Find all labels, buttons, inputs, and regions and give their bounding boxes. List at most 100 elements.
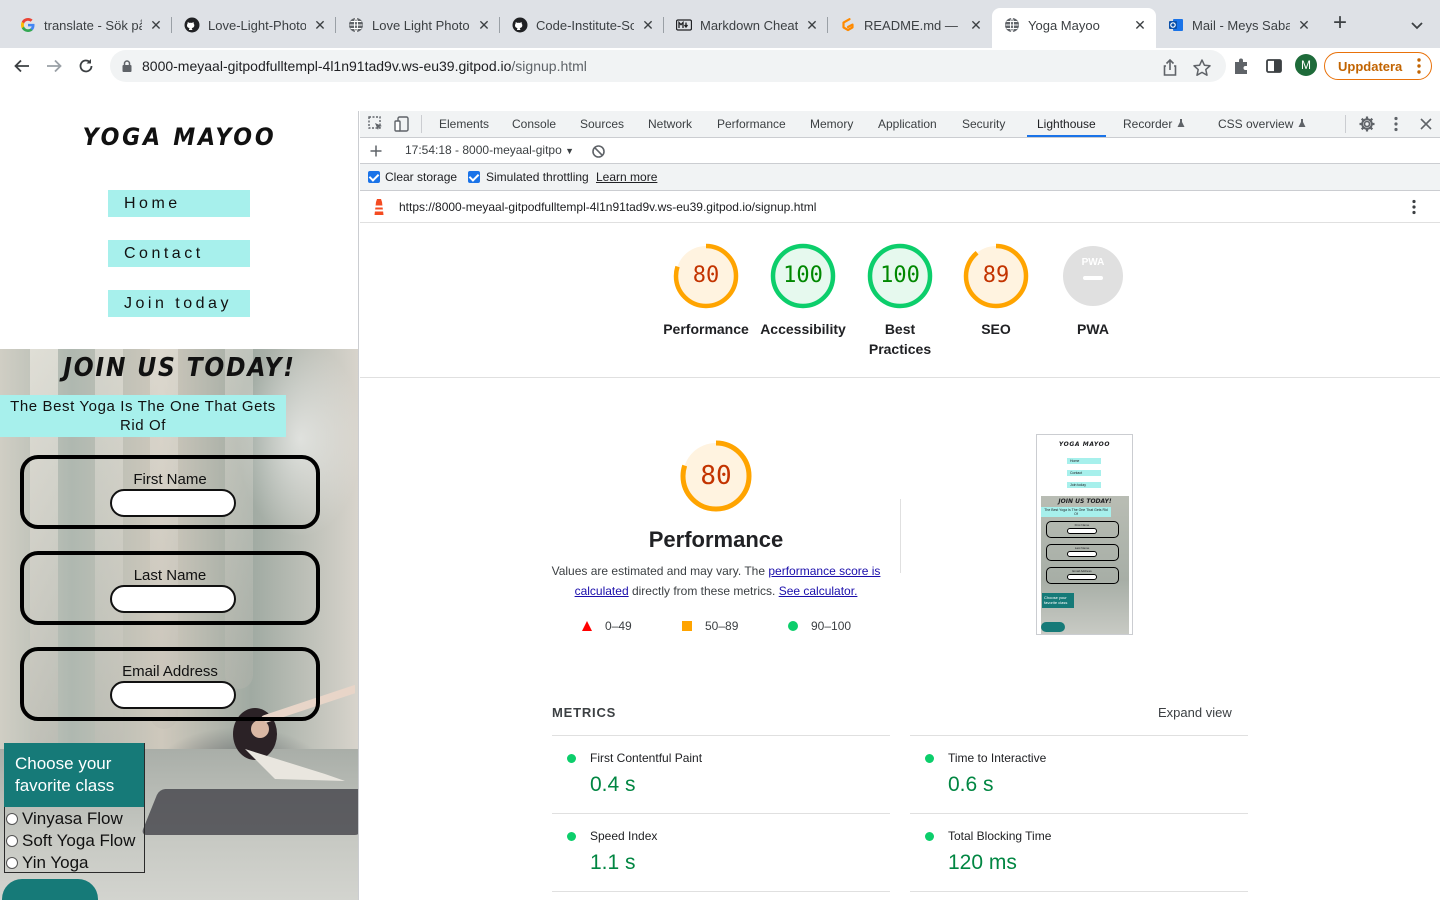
extensions-icon[interactable] xyxy=(1232,56,1252,76)
thumb-field: Last Name xyxy=(1046,544,1119,561)
report-select[interactable]: 17:54:18 - 8000-meyaal-gitpo ▼ xyxy=(405,143,574,157)
expand-view-toggle[interactable]: Expand view xyxy=(1158,705,1232,720)
nav-contact-link[interactable]: Contact xyxy=(108,240,250,267)
simulated-throttling-checkbox[interactable] xyxy=(468,171,480,183)
device-toolbar-icon[interactable] xyxy=(393,115,411,133)
tab-security[interactable]: Security xyxy=(960,111,1007,137)
tab-application[interactable]: Application xyxy=(876,111,939,137)
inspect-element-icon[interactable] xyxy=(367,115,385,133)
tab-elements[interactable]: Elements xyxy=(437,111,491,137)
close-icon[interactable] xyxy=(1417,115,1435,133)
arrow-left-icon xyxy=(14,59,29,73)
class-option[interactable]: Vinyasa Flow xyxy=(6,809,123,829)
close-icon[interactable]: ✕ xyxy=(476,17,492,33)
thumb-title: JOIN US TODAY! xyxy=(1058,498,1112,505)
class-option[interactable]: Soft Yoga Flow xyxy=(6,831,135,851)
score-label[interactable]: Best Practices xyxy=(867,319,933,359)
radio-button[interactable] xyxy=(6,835,18,847)
tab-recorder[interactable]: Recorder xyxy=(1121,111,1188,137)
browser-tab[interactable]: Love-Light-Photo ✕ xyxy=(172,8,336,42)
radio-button[interactable] xyxy=(6,857,18,869)
clear-storage-checkbox[interactable] xyxy=(368,171,380,183)
simulated-throttling-label: Simulated throttling xyxy=(486,170,589,184)
score-label[interactable]: SEO xyxy=(946,319,1046,339)
browser-tab[interactable]: Mail - Meys Saba ✕ xyxy=(1156,8,1320,42)
legend-fail-label: 0–49 xyxy=(605,619,632,633)
reload-button[interactable] xyxy=(72,52,100,80)
browser-tab[interactable]: Love Light Photog ✕ xyxy=(336,8,500,42)
tab-search-button[interactable] xyxy=(1406,14,1428,36)
legend-fail: 0–49 xyxy=(582,619,632,633)
address-bar[interactable]: 8000-meyaal-gitpodfulltempl-4l1n91tad9v.… xyxy=(110,50,1226,82)
outlook-icon xyxy=(1168,17,1184,33)
tab-title: README.md — gi xyxy=(864,17,962,33)
close-icon[interactable]: ✕ xyxy=(1296,17,1312,33)
browser-tab[interactable]: Markdown Cheat ✕ xyxy=(664,8,828,42)
settings-gear-icon[interactable] xyxy=(1358,115,1376,133)
share-icon[interactable] xyxy=(1160,58,1180,78)
more-vert-icon[interactable] xyxy=(1406,199,1422,215)
close-icon[interactable]: ✕ xyxy=(148,17,164,33)
submit-button[interactable] xyxy=(2,879,98,900)
tab-title: translate - Sök på xyxy=(44,17,142,33)
profile-avatar[interactable]: M xyxy=(1295,54,1317,76)
thumb-class-heading: Choose your favorite class xyxy=(1042,593,1074,608)
star-icon[interactable] xyxy=(1192,58,1212,78)
close-icon[interactable]: ✕ xyxy=(968,17,984,33)
tab-css-overview[interactable]: CSS overview xyxy=(1216,111,1309,137)
lighthouse-report-toolbar: 17:54:18 - 8000-meyaal-gitpo ▼ xyxy=(360,138,1440,164)
performance-description: Values are estimated and may vary. The p… xyxy=(550,561,882,601)
clear-block-icon[interactable] xyxy=(591,144,606,159)
see-calculator-link[interactable]: See calculator. xyxy=(779,584,858,598)
url-path: /signup.html xyxy=(511,58,587,74)
tab-title: Love Light Photog xyxy=(372,17,470,33)
tab-title: Mail - Meys Saba xyxy=(1192,17,1290,33)
tab-performance[interactable]: Performance xyxy=(715,111,788,137)
clear-storage-label: Clear storage xyxy=(385,170,458,184)
nav-join-link[interactable]: Join today xyxy=(108,290,250,317)
score-label[interactable]: PWA xyxy=(1043,319,1143,339)
close-icon[interactable]: ✕ xyxy=(1132,17,1148,33)
close-icon[interactable]: ✕ xyxy=(804,17,820,33)
more-vert-icon[interactable] xyxy=(1387,115,1405,133)
last-name-input[interactable] xyxy=(110,585,236,613)
divider xyxy=(360,377,1440,378)
last-name-group: Last Name xyxy=(20,551,320,625)
lock-icon[interactable] xyxy=(120,59,134,73)
final-screenshot-thumbnail[interactable]: YOGA MAYOO Home Contact Join today JOIN … xyxy=(1036,434,1133,635)
close-icon[interactable]: ✕ xyxy=(640,17,656,33)
performance-main-score: 80 xyxy=(700,461,732,491)
email-input[interactable] xyxy=(110,681,236,709)
plus-icon[interactable] xyxy=(368,143,384,159)
first-name-input[interactable] xyxy=(110,489,236,517)
pass-indicator-icon xyxy=(925,754,934,763)
thumb-logo: YOGA MAYOO xyxy=(1058,441,1111,448)
tab-network[interactable]: Network xyxy=(646,111,694,137)
browser-tab-active[interactable]: Yoga Mayoo ✕ xyxy=(992,8,1156,48)
arrow-right-icon xyxy=(47,59,62,73)
score-label[interactable]: Performance xyxy=(656,319,756,339)
radio-button[interactable] xyxy=(6,813,18,825)
browser-tab[interactable]: README.md — gi ✕ xyxy=(828,8,992,42)
update-label: Uppdatera xyxy=(1338,58,1403,74)
tab-console[interactable]: Console xyxy=(510,111,558,137)
score-label[interactable]: Accessibility xyxy=(753,319,853,339)
update-button[interactable]: Uppdatera xyxy=(1324,52,1432,80)
browser-tab[interactable]: translate - Sök på ✕ xyxy=(8,8,172,42)
learn-more-link[interactable]: Learn more xyxy=(596,170,657,184)
browser-tab[interactable]: Code-Institute-So ✕ xyxy=(500,8,664,42)
tab-lighthouse[interactable]: Lighthouse xyxy=(1027,111,1106,137)
close-icon[interactable]: ✕ xyxy=(312,17,328,33)
chevron-down-icon xyxy=(1411,22,1423,30)
site-logo[interactable]: YOGA MAYOO xyxy=(14,123,344,151)
tab-memory[interactable]: Memory xyxy=(808,111,855,137)
tab-sources[interactable]: Sources xyxy=(578,111,626,137)
forward-button[interactable] xyxy=(40,52,68,80)
side-panel-icon[interactable] xyxy=(1264,56,1284,76)
report-select-value: 17:54:18 - 8000-meyaal-gitpo xyxy=(405,143,562,157)
class-option[interactable]: Yin Yoga xyxy=(6,853,89,873)
new-tab-button[interactable]: + xyxy=(1328,11,1352,36)
nav-home-link[interactable]: Home xyxy=(108,190,250,217)
score-value: 100 xyxy=(880,263,920,288)
back-button[interactable] xyxy=(8,52,36,80)
